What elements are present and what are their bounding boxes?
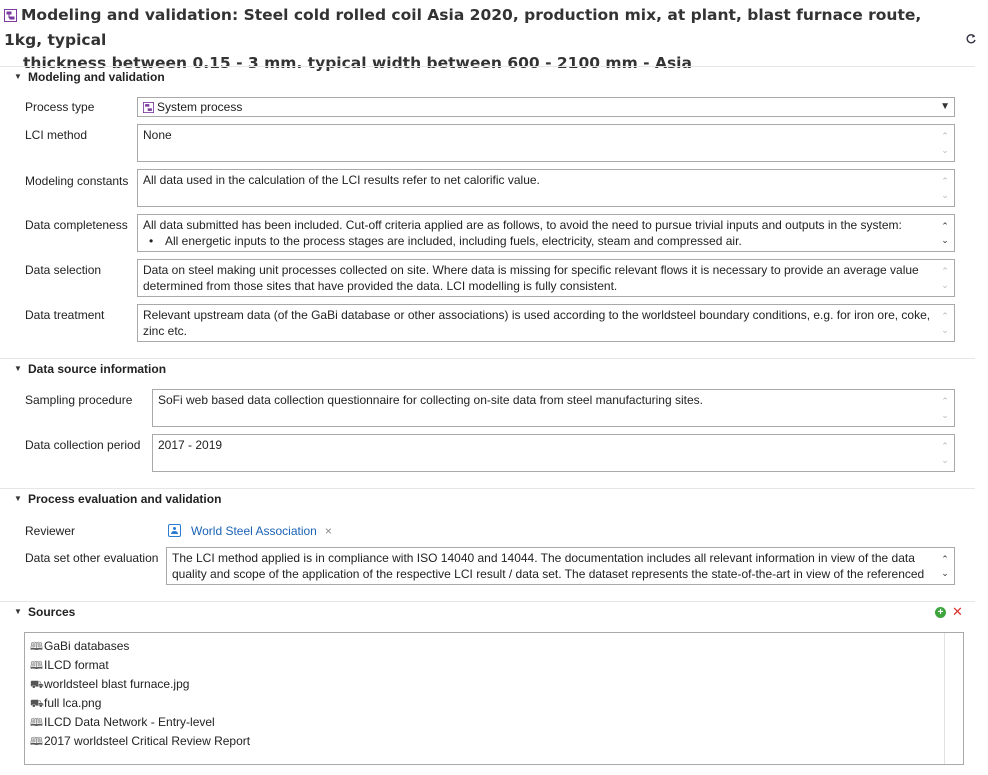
chevron-down-icon[interactable]: ▼ xyxy=(940,99,950,115)
list-item-label: ILCD Data Network - Entry-level xyxy=(44,715,215,729)
scrollbar[interactable]: ⌃ ⌄ xyxy=(938,125,952,161)
data-treatment-field[interactable]: Relevant upstream data (of the GaBi data… xyxy=(137,304,955,342)
title-line-1: Modeling and validation: Steel cold roll… xyxy=(4,6,922,49)
scrollbar[interactable]: ⌃ ⌄ xyxy=(938,390,952,426)
reviewer-entry: World Steel Association × xyxy=(168,522,332,540)
sampling-procedure-label: Sampling procedure xyxy=(25,393,133,407)
scrollbar[interactable]: ⌃ ⌄ xyxy=(938,435,952,471)
process-type-value: System process xyxy=(157,100,243,114)
collapse-triangle-icon[interactable]: ▼ xyxy=(14,359,22,379)
data-selection-line-1: Data on steel making unit processes coll… xyxy=(143,263,919,277)
other-evaluation-line-2: quality and scope of the application of … xyxy=(172,567,925,581)
data-collection-period-label: Data collection period xyxy=(25,438,141,452)
book-icon: 🕮 xyxy=(30,736,43,748)
other-evaluation-label: Data set other evaluation xyxy=(25,551,159,565)
add-source-icon[interactable]: + xyxy=(935,606,946,618)
list-item-label: GaBi databases xyxy=(44,639,130,653)
collapse-triangle-icon[interactable]: ▼ xyxy=(14,602,22,622)
data-selection-label: Data selection xyxy=(25,263,102,277)
scrollbar[interactable]: ⌃ ⌄ xyxy=(938,215,952,251)
page-title: Modeling and validation: Steel cold roll… xyxy=(4,4,944,75)
section-process-evaluation[interactable]: ▼ Process evaluation and validation xyxy=(0,488,975,508)
data-selection-line-2: determined from those sites that have pr… xyxy=(143,279,618,293)
section-sources[interactable]: ▼ Sources xyxy=(0,601,975,621)
scroll-down-icon[interactable]: ⌄ xyxy=(938,322,952,338)
scroll-down-icon[interactable]: ⌄ xyxy=(938,277,952,293)
lci-method-label: LCI method xyxy=(25,128,88,142)
scroll-down-icon[interactable]: ⌄ xyxy=(938,565,952,581)
collapse-triangle-icon[interactable]: ▼ xyxy=(14,489,22,509)
reviewer-link[interactable]: World Steel Association xyxy=(191,524,317,538)
other-evaluation-field[interactable]: The LCI method applied is in compliance … xyxy=(166,547,955,585)
list-item[interactable]: 🕮2017 worldsteel Critical Review Report xyxy=(30,732,958,751)
scrollbar[interactable]: ⌃ ⌄ xyxy=(938,260,952,296)
data-completeness-bullet-item: • All energetic inputs to the process sta… xyxy=(143,233,932,249)
scrollbar[interactable]: ⌃ ⌄ xyxy=(938,170,952,206)
system-process-icon xyxy=(143,101,154,117)
image-file-icon: ⛟ xyxy=(30,679,44,691)
refresh-icon[interactable] xyxy=(962,32,980,50)
book-icon: 🕮 xyxy=(30,660,43,672)
scroll-down-icon[interactable]: ⌄ xyxy=(938,407,952,423)
book-icon: 🕮 xyxy=(30,641,43,653)
collapse-triangle-icon[interactable]: ▼ xyxy=(14,67,22,87)
process-icon xyxy=(4,6,17,29)
scroll-down-icon[interactable]: ⌄ xyxy=(938,142,952,158)
image-file-icon: ⛟ xyxy=(30,698,44,710)
scroll-down-icon[interactable]: ⌄ xyxy=(938,187,952,203)
modeling-constants-field[interactable]: All data used in the calculation of the … xyxy=(137,169,955,207)
data-collection-period-field[interactable]: 2017 - 2019 ⌃ ⌄ xyxy=(152,434,955,472)
section-data-source[interactable]: ▼ Data source information xyxy=(0,358,975,378)
modeling-constants-value: All data used in the calculation of the … xyxy=(143,173,540,187)
scrollbar[interactable]: ⌃ ⌄ xyxy=(938,305,952,341)
list-item-label: full lca.png xyxy=(44,696,102,710)
book-icon: 🕮 xyxy=(30,717,43,729)
data-collection-period-value: 2017 - 2019 xyxy=(158,438,223,452)
sampling-procedure-field[interactable]: SoFi web based data collection questionn… xyxy=(152,389,955,427)
reviewer-label: Reviewer xyxy=(25,524,76,538)
list-item[interactable]: 🕮ILCD format xyxy=(30,656,958,675)
sources-actions: + ✕ xyxy=(935,604,963,619)
list-item-label: ILCD format xyxy=(44,658,109,672)
list-item[interactable]: ⛟full lca.png xyxy=(30,694,958,713)
sampling-procedure-value: SoFi web based data collection questionn… xyxy=(158,393,703,407)
data-completeness-line-2: All energetic inputs to the process stag… xyxy=(165,234,742,248)
list-item[interactable]: 🕮ILCD Data Network - Entry-level xyxy=(30,713,958,732)
lci-method-value: None xyxy=(143,128,172,142)
section-modeling-validation[interactable]: ▼ Modeling and validation xyxy=(0,66,975,86)
sources-list[interactable]: 🕮GaBi databases 🕮ILCD format ⛟worldsteel… xyxy=(24,632,964,765)
data-selection-field[interactable]: Data on steel making unit processes coll… xyxy=(137,259,955,297)
scroll-down-icon[interactable]: ⌄ xyxy=(938,452,952,468)
data-treatment-label: Data treatment xyxy=(25,308,105,322)
data-treatment-line-2: zinc etc. xyxy=(143,324,188,338)
modeling-constants-label: Modeling constants xyxy=(25,174,129,188)
scrollbar[interactable]: ⌃ ⌄ xyxy=(938,548,952,584)
data-completeness-label: Data completeness xyxy=(25,218,128,232)
delete-source-icon[interactable]: ✕ xyxy=(952,604,963,619)
lci-method-field[interactable]: None ⌃ ⌄ xyxy=(137,124,955,162)
process-type-label: Process type xyxy=(25,100,95,114)
person-icon xyxy=(168,524,181,537)
other-evaluation-line-1: The LCI method applied is in compliance … xyxy=(172,551,915,565)
process-type-select[interactable]: System process ▼ xyxy=(137,97,955,117)
list-item[interactable]: ⛟worldsteel blast furnace.jpg xyxy=(30,675,958,694)
list-item-label: 2017 worldsteel Critical Review Report xyxy=(44,734,251,748)
scroll-down-icon[interactable]: ⌄ xyxy=(938,232,952,248)
data-completeness-field[interactable]: All data submitted has been included. Cu… xyxy=(137,214,955,252)
data-treatment-line-1: Relevant upstream data (of the GaBi data… xyxy=(143,308,931,322)
bullet-icon: • xyxy=(149,234,154,248)
list-item-label: worldsteel blast furnace.jpg xyxy=(44,677,190,691)
list-item[interactable]: 🕮GaBi databases xyxy=(30,637,958,656)
remove-reviewer-icon[interactable]: × xyxy=(325,524,332,538)
data-completeness-line-1: All data submitted has been included. Cu… xyxy=(143,218,902,232)
list-divider xyxy=(944,633,945,764)
